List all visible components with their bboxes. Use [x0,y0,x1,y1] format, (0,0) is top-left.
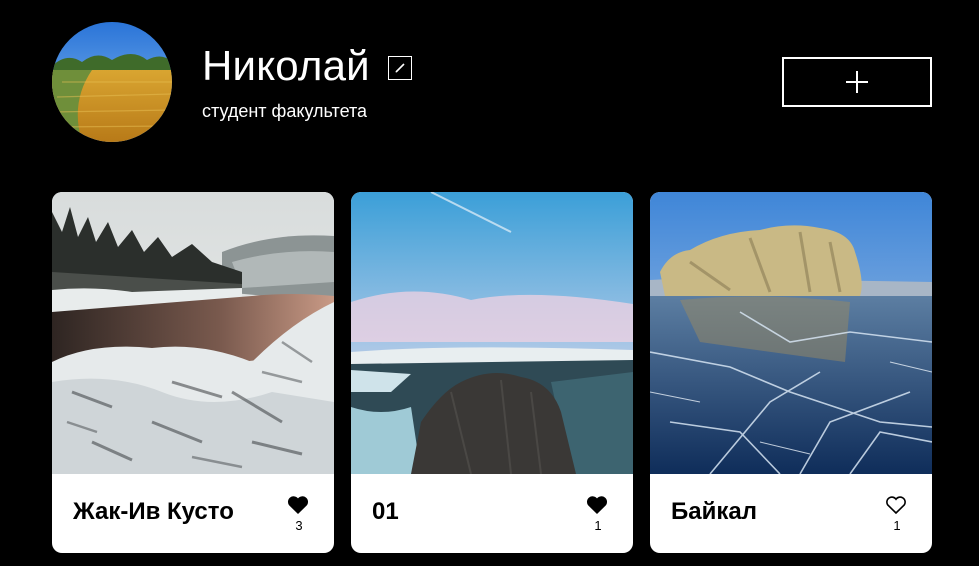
cliff-photo [351,192,633,474]
baikal-photo [650,192,932,474]
card-footer: Байкал 1 [650,474,932,553]
name-row: Николай [202,40,412,92]
pencil-icon [395,63,405,73]
card: Жак-Ив Кусто 3 [52,192,334,553]
card-title: 01 [372,498,399,525]
profile-name: Николай [202,42,370,89]
like-button[interactable] [885,494,909,516]
card: Байкал 1 [650,192,932,553]
like-group: 3 [286,494,312,533]
card-title: Жак-Ив Кусто [73,498,234,525]
like-button[interactable] [287,494,311,516]
like-group: 1 [585,494,611,533]
like-group: 1 [884,494,910,533]
card-image[interactable] [650,192,932,474]
avatar[interactable] [52,22,172,142]
add-card-button[interactable] [782,57,932,107]
card-title: Байкал [671,498,757,525]
profile-info: Николай студент факультета [202,40,412,122]
card-image[interactable] [52,192,334,474]
avatar-image [52,22,172,142]
like-count: 1 [893,518,901,533]
like-count: 1 [594,518,602,533]
card-footer: Жак-Ив Кусто 3 [52,474,334,553]
heart-outline-icon [886,496,906,515]
like-count: 3 [295,518,303,533]
profile-page: Николай студент факультета Жак-Ив Кусто … [0,0,979,566]
card-image[interactable] [351,192,633,474]
plus-icon [846,71,868,93]
card-footer: 01 1 [351,474,633,553]
winter-river-photo [52,192,334,474]
cards-grid: Жак-Ив Кусто 3 01 1 Байкал 1 [52,192,932,553]
like-button[interactable] [586,494,610,516]
heart-filled-icon [586,496,608,514]
heart-filled-icon [287,496,309,514]
profile-about: студент факультета [202,101,368,121]
edit-profile-button[interactable] [387,56,412,80]
card: 01 1 [351,192,633,553]
